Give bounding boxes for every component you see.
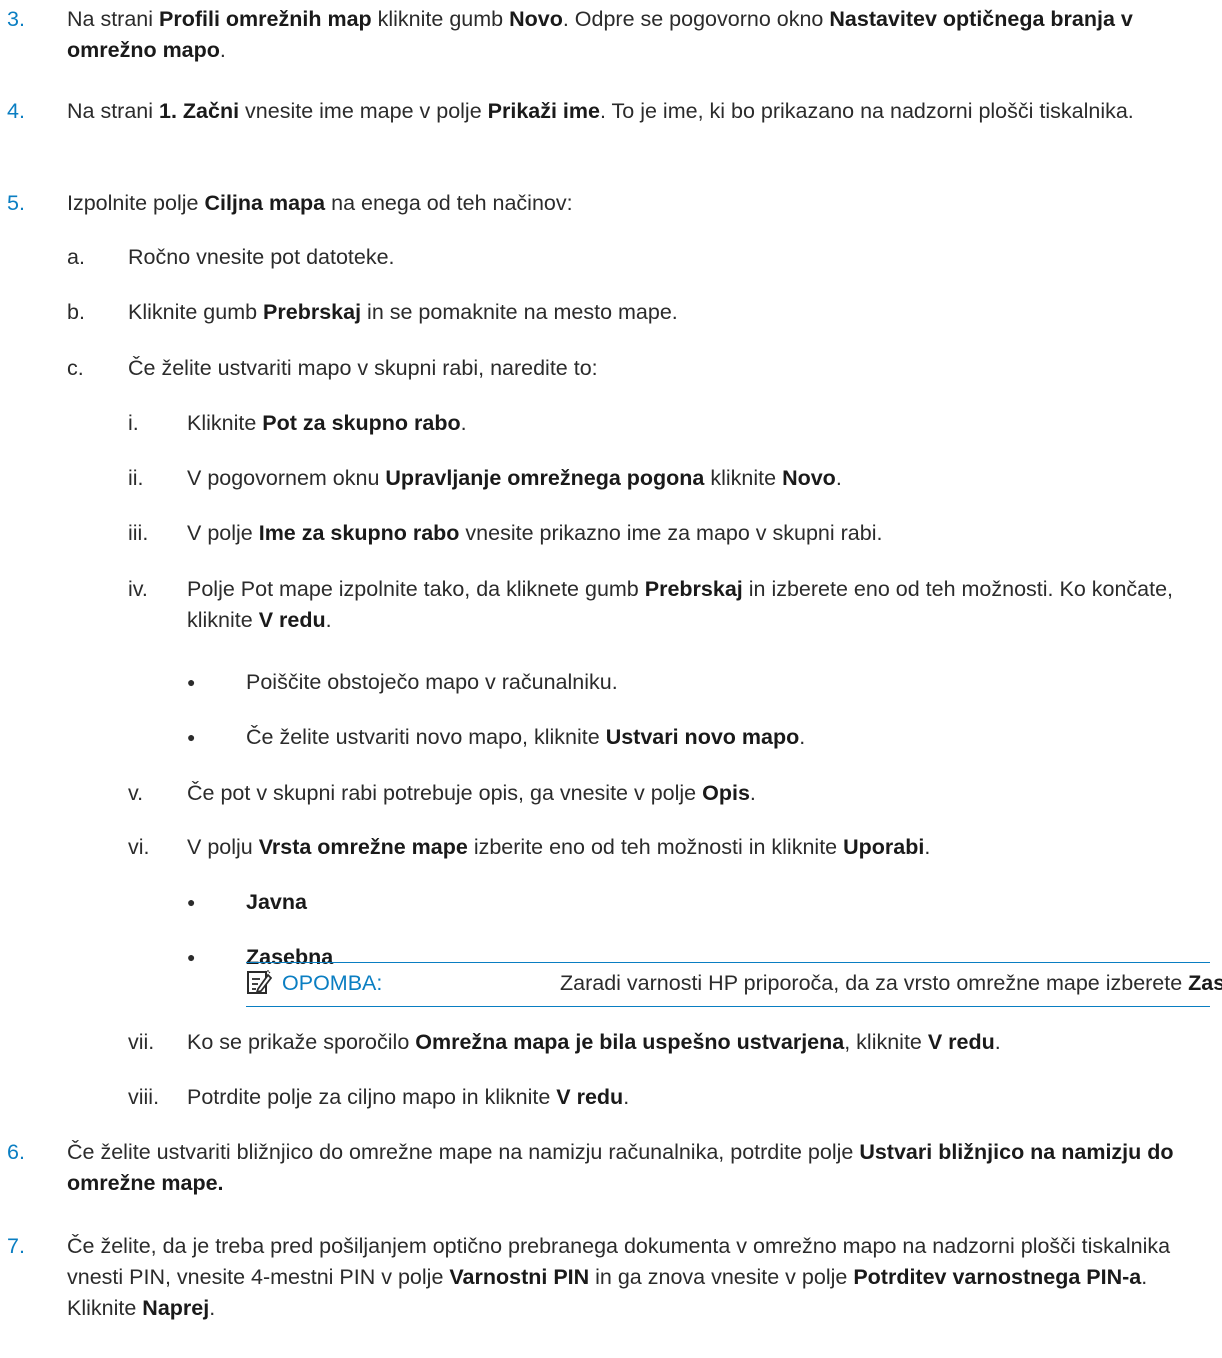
step-text: Na strani 1. Začni vnesite ime mape v po… (67, 99, 1134, 123)
note-text: Zaradi varnosti HP priporoča, da za vrst… (560, 971, 1222, 995)
note-pencil-icon (246, 969, 273, 997)
step-text: V pogovornem oknu Upravljanje omrežnega … (187, 466, 842, 490)
step-number: viii. (128, 1085, 160, 1109)
step-text: Če pot v skupni rabi potrebuje opis, ga … (187, 781, 756, 805)
step-number: v. (128, 781, 144, 805)
step-number: 6. (7, 1140, 25, 1164)
step-text: Na strani Profili omrežnih map kliknite … (67, 7, 1133, 62)
step-text: V polju Vrsta omrežne mape izberite eno … (187, 835, 931, 859)
step-text: Kliknite Pot za skupno rabo. (187, 411, 467, 435)
step-number: iv. (128, 577, 148, 601)
step-number: vi. (128, 835, 150, 859)
step-number: a. (67, 245, 85, 269)
bullet-icon: ● (187, 729, 196, 745)
step-number: 3. (7, 7, 25, 31)
step-text: Če želite ustvariti bližnjico do omrežne… (67, 1140, 1174, 1195)
note-box: OPOMBA: Zaradi varnosti HP priporoča, da… (246, 962, 1222, 1007)
bullet-icon: ● (187, 894, 196, 910)
step-number: 5. (7, 191, 25, 215)
bullet-icon: ● (187, 674, 196, 690)
step-text: V polje Ime za skupno rabo vnesite prika… (187, 521, 883, 545)
step-text: Izpolnite polje Ciljna mapa na enega od … (67, 191, 573, 215)
step-number: c. (67, 356, 84, 380)
step-text: Poiščite obstoječo mapo v računalniku. (246, 670, 618, 694)
step-number: b. (67, 300, 85, 324)
step-number: vii. (128, 1030, 155, 1054)
step-text: Če želite, da je treba pred pošiljanjem … (67, 1234, 1171, 1320)
step-number: 7. (7, 1234, 25, 1258)
step-number: ii. (128, 466, 144, 490)
bullet-icon: ● (187, 949, 196, 965)
step-number: 4. (7, 99, 25, 123)
step-text: Polje Pot mape izpolnite tako, da klikne… (187, 577, 1174, 632)
step-text: Ročno vnesite pot datoteke. (128, 245, 395, 269)
step-text: Ko se prikaže sporočilo Omrežna mapa je … (187, 1030, 1001, 1054)
step-text: Potrdite polje za ciljno mapo in kliknit… (187, 1085, 630, 1109)
step-text: Kliknite gumb Prebrskaj in se pomaknite … (128, 300, 678, 324)
step-text: Če želite ustvariti mapo v skupni rabi, … (128, 356, 598, 380)
step-number: iii. (128, 521, 149, 545)
note-label: OPOMBA: (282, 971, 383, 995)
step-text: Če želite ustvariti novo mapo, kliknite … (246, 725, 806, 749)
step-text: Javna (246, 890, 307, 914)
step-number: i. (128, 411, 139, 435)
